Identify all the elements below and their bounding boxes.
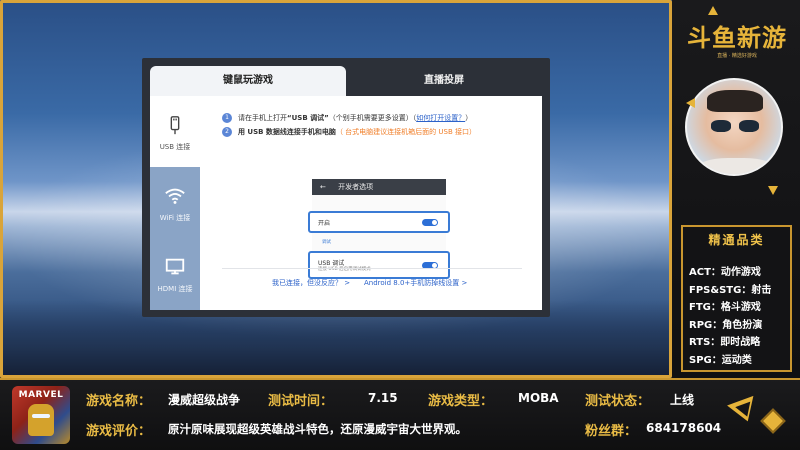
usb-debug-sublabel: 连接 USB 后启用调试模式 xyxy=(318,267,371,272)
gold-triangle-icon xyxy=(768,186,778,195)
genre-title: 精通品类 xyxy=(708,233,765,247)
test-status-label: 测试状态： xyxy=(585,394,651,409)
game-type-label: 游戏类型： xyxy=(428,394,494,409)
test-status-value: 上线 xyxy=(670,393,695,407)
tab-live-cast[interactable]: 直播投屏 xyxy=(346,66,542,96)
genre-list: ACT：动作游戏 FPS&STG：射击 FTG：格斗游戏 RPG：角色扮演 RT… xyxy=(689,263,789,368)
phone-header: ← 开发者选项 xyxy=(312,179,446,195)
gold-triangle-icon xyxy=(708,6,718,15)
phone-body: 开启 调试 USB 调试 连接 USB 后启用调试模式 xyxy=(308,195,450,279)
usb-icon xyxy=(170,115,180,134)
game-info-bar xyxy=(0,378,800,450)
debug-section-label: 调试 xyxy=(322,240,331,245)
genre-item: FTG：格斗游戏 xyxy=(689,302,761,313)
dialog-body: USB 连接 WiFi 连接 HDMI 连接 1 请在手机上打开 “USB 调试… xyxy=(150,96,542,310)
genre-panel: 精通品类 ACT：动作游戏 FPS&STG：射击 FTG：格斗游戏 RPG：角色… xyxy=(681,225,792,372)
avatar-hair xyxy=(707,90,763,112)
nav-item-wifi[interactable]: WiFi 连接 xyxy=(150,167,200,240)
fan-group-value: 684178604 xyxy=(646,421,722,435)
nav-hdmi-label: HDMI 连接 xyxy=(157,284,193,293)
genre-item: RPG：角色扮演 xyxy=(689,319,763,331)
genre-item: RTS：即时战略 xyxy=(689,337,761,348)
test-time-label: 测试时间： xyxy=(268,394,334,409)
toggle-switch-icon xyxy=(422,219,438,226)
game-name-value: 漫威超级战争 xyxy=(168,393,241,407)
step-2-note: （ 台式电脑建议连接机箱后面的 USB 接口） xyxy=(335,128,476,136)
avatar-shirt xyxy=(695,158,777,174)
step-1-text-d: ） xyxy=(465,114,473,122)
genre-item: FPS&STG：射击 xyxy=(689,284,772,296)
step-2-text: 用 USB 数据线连接手机和电脑 xyxy=(238,128,336,136)
step-1-text-a: 请在手机上打开 xyxy=(238,114,287,122)
step-number: 1 xyxy=(222,113,232,123)
connected-no-response-link[interactable]: 我已连接，但没反应？ > xyxy=(272,278,350,288)
phone-header-title: 开发者选项 xyxy=(338,183,374,191)
logo-text: 斗鱼新游 xyxy=(687,23,787,52)
stream-overlay: 键鼠玩游戏 直播投屏 USB 连接 WiFi 连接 HDMI 连接 1 请在手机… xyxy=(0,0,800,450)
game-review-value: 原汁原味展现超级英雄战斗特色，还原漫威宇宙大世界观。 xyxy=(168,422,467,436)
hero-mask-icon xyxy=(28,404,54,436)
hdmi-icon xyxy=(165,258,185,274)
hero-eyes xyxy=(32,414,50,418)
nav-item-hdmi[interactable]: HDMI 连接 xyxy=(150,239,200,310)
step-1-text-c: （个别手机需要更多设置）（ xyxy=(328,114,417,122)
game-type-value: MOBA xyxy=(518,391,559,405)
test-time-value: 7.15 xyxy=(368,391,398,405)
sunglasses-icon xyxy=(711,120,761,132)
douyu-new-game-logo: 斗鱼新游 直播 · 精选好游戏 xyxy=(680,14,794,66)
tab-keyboard-mouse[interactable]: 键鼠玩游戏 xyxy=(150,66,346,96)
option-on-label: 开启 xyxy=(318,220,331,227)
step-number: 2 xyxy=(222,127,232,137)
developer-option-on: 开启 xyxy=(308,211,450,233)
game-review-label: 游戏评价： xyxy=(86,424,152,439)
gold-triangle-icon xyxy=(686,98,695,108)
usb-steps: 1 请在手机上打开 “USB 调试” （个别手机需要更多设置）（ 如何打开设置？… xyxy=(222,112,542,140)
streamer-avatar xyxy=(685,78,783,176)
divider xyxy=(222,268,522,269)
nav-wifi-label: WiFi 连接 xyxy=(159,213,191,222)
connection-side-nav: USB 连接 WiFi 连接 HDMI 连接 xyxy=(150,96,200,310)
game-name-label: 游戏名称： xyxy=(86,394,152,409)
connection-dialog: 键鼠玩游戏 直播投屏 USB 连接 WiFi 连接 HDMI 连接 1 请在手机… xyxy=(142,58,550,317)
dialog-tab-bar: 键鼠玩游戏 直播投屏 xyxy=(150,66,542,96)
marvel-logo: MARVEL xyxy=(18,390,64,400)
genre-item: SPG：运动类 xyxy=(689,354,752,366)
usb-debug-option: USB 调试 连接 USB 后启用调试模式 xyxy=(308,251,450,279)
fan-group-label: 粉丝群： xyxy=(585,424,638,439)
wifi-icon xyxy=(165,188,185,204)
android-anti-drop-link[interactable]: Android 8.0+手机防掉线设置 > xyxy=(364,278,467,288)
nav-item-usb[interactable]: USB 连接 xyxy=(150,96,200,169)
step-1: 1 请在手机上打开 “USB 调试” （个别手机需要更多设置）（ 如何打开设置？… xyxy=(222,112,542,124)
step-1-usb-debug: “USB 调试” xyxy=(287,114,329,122)
logo-subtitle: 直播 · 精选好游戏 xyxy=(717,53,757,59)
game-thumbnail: MARVEL xyxy=(12,386,70,444)
nav-usb-label: USB 连接 xyxy=(159,142,191,151)
genre-item: ACT：动作游戏 xyxy=(689,267,761,278)
back-arrow-icon: ← xyxy=(320,183,326,191)
how-to-open-link[interactable]: 如何打开设置？ xyxy=(416,113,465,123)
step-2: 2 用 USB 数据线连接手机和电脑 （ 台式电脑建议连接机箱后面的 USB 接… xyxy=(222,126,542,138)
